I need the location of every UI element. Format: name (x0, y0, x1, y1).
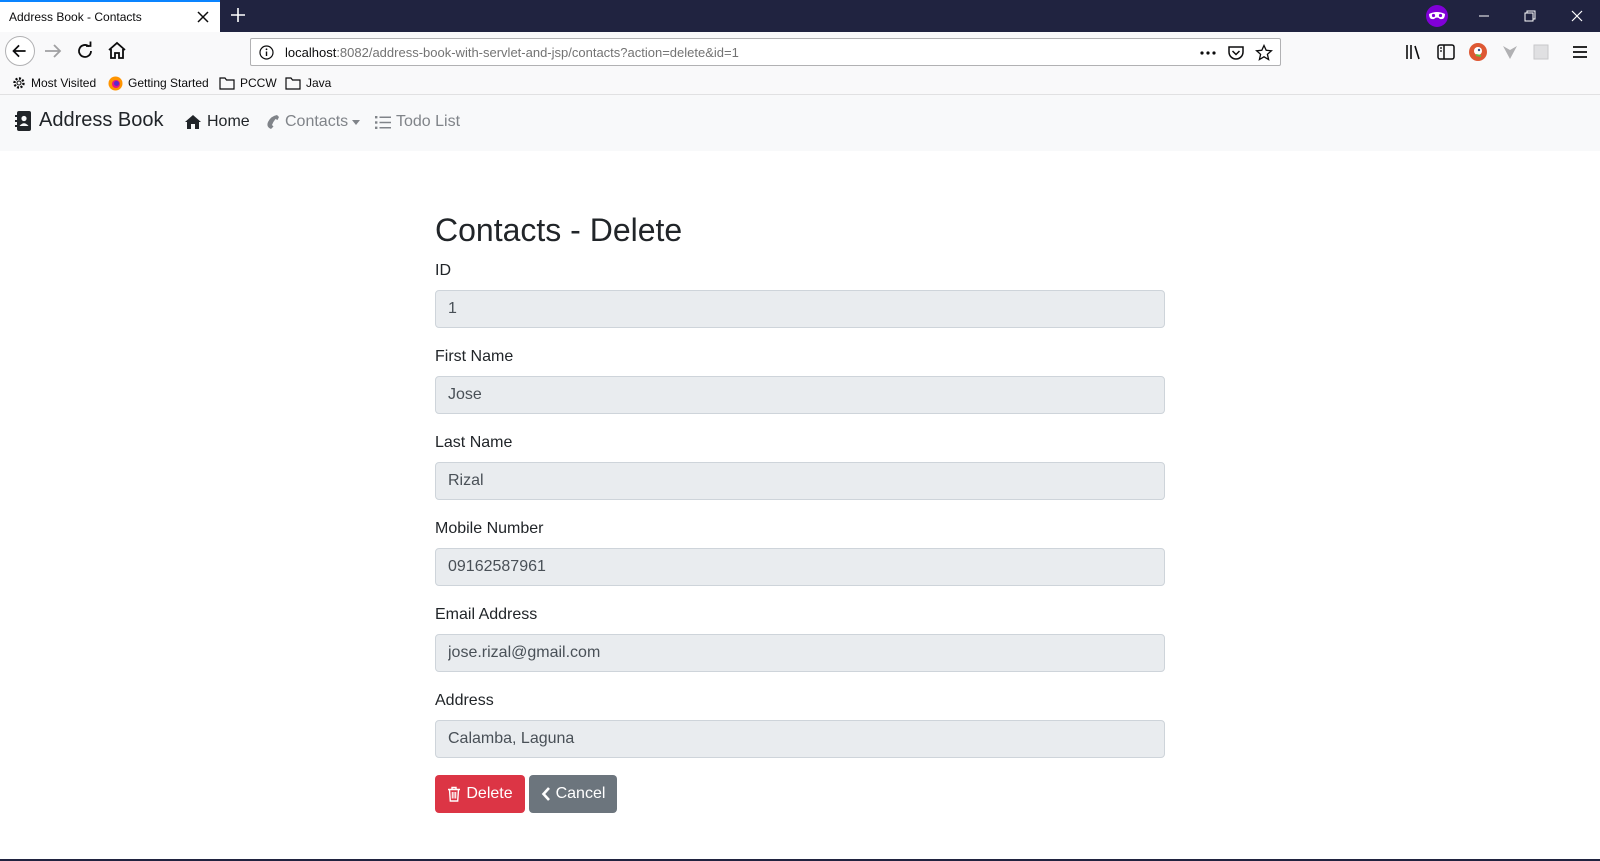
app-navbar: Address Book Home Contacts Todo List (0, 95, 1600, 151)
forward-arrow-icon[interactable] (40, 38, 66, 64)
email-field[interactable] (435, 634, 1165, 672)
url-path: :8082/address-book-with-servlet-and-jsp/… (336, 45, 739, 60)
nav-todo-label: Todo List (396, 113, 461, 130)
address-field[interactable] (435, 720, 1165, 758)
folder-icon (219, 77, 235, 90)
nav-home-label: Home (207, 113, 250, 130)
back-arrow-icon[interactable] (5, 36, 35, 66)
cancel-button[interactable]: Cancel (529, 775, 617, 813)
bookmark-label: Getting Started (128, 76, 209, 90)
tab-title: Address Book - Contacts (9, 10, 142, 24)
mobile-number-label: Mobile Number (435, 520, 544, 537)
private-mask-icon (1426, 5, 1448, 27)
url-text: localhost:8082/address-book-with-servlet… (285, 45, 739, 60)
address-book-icon (15, 110, 31, 131)
last-name-label: Last Name (435, 434, 513, 451)
url-bar[interactable]: localhost:8082/address-book-with-servlet… (250, 38, 1281, 66)
bookmark-label: Java (306, 76, 332, 90)
url-host: localhost (285, 45, 337, 60)
nav-todo-list[interactable]: Todo List (375, 113, 460, 131)
plus-icon[interactable] (230, 7, 246, 23)
id-field[interactable] (435, 290, 1165, 328)
nav-contacts-dropdown[interactable]: Contacts (265, 113, 361, 131)
address-label: Address (435, 692, 494, 709)
bookmark-label: Most Visited (31, 76, 97, 90)
close-icon[interactable] (1570, 9, 1584, 23)
nav-contacts-label: Contacts (285, 113, 349, 130)
restore-icon[interactable] (1523, 9, 1537, 23)
bookmark-folder-pccw[interactable]: PCCW (219, 74, 277, 92)
bookmarks-bar: Most Visited Getting Started PCCW Java (0, 70, 1600, 95)
cancel-button-label: Cancel (555, 785, 606, 802)
gear-icon (13, 77, 25, 89)
info-icon[interactable] (259, 45, 274, 60)
chevron-left-icon (541, 787, 550, 801)
page-title: Contacts - Delete (435, 212, 683, 248)
first-name-field[interactable] (435, 376, 1165, 414)
email-label: Email Address (435, 606, 538, 623)
trash-icon (448, 786, 461, 802)
firefox-icon (108, 76, 123, 90)
star-icon[interactable] (1255, 44, 1273, 62)
home-icon (185, 115, 201, 129)
brand-label: Address Book (39, 109, 164, 131)
last-name-field[interactable] (435, 462, 1165, 500)
pocket-icon[interactable] (1227, 44, 1245, 62)
tab-strip: Address Book - Contacts (0, 0, 1600, 32)
mobile-number-field[interactable] (435, 548, 1165, 586)
chevron-down-icon (352, 119, 361, 125)
bookmark-label: PCCW (240, 76, 277, 90)
close-icon[interactable] (196, 10, 210, 24)
library-icon[interactable] (1404, 42, 1424, 62)
more-icon[interactable] (1199, 45, 1217, 61)
browser-tab[interactable]: Address Book - Contacts (0, 0, 220, 32)
id-label: ID (435, 262, 451, 279)
delete-button-label: Delete (466, 785, 513, 802)
bookmark-folder-java[interactable]: Java (285, 74, 331, 92)
sidebar-icon[interactable] (1436, 42, 1456, 62)
list-icon (375, 115, 391, 129)
extension-icon[interactable] (1531, 42, 1551, 62)
folder-icon (285, 77, 301, 90)
delete-button[interactable]: Delete (435, 775, 525, 813)
vpn-icon[interactable] (1500, 42, 1520, 62)
phone-icon (267, 115, 279, 129)
minimize-icon[interactable] (1477, 9, 1491, 23)
hamburger-menu-icon[interactable] (1570, 42, 1590, 62)
bookmark-getting-started[interactable]: Getting Started (108, 74, 209, 92)
duckduckgo-icon[interactable] (1468, 42, 1488, 62)
first-name-label: First Name (435, 348, 514, 365)
reload-icon[interactable] (72, 38, 98, 64)
nav-home[interactable]: Home (184, 113, 250, 131)
brand-link[interactable]: Address Book (15, 109, 164, 132)
home-icon[interactable] (104, 38, 130, 64)
bookmark-most-visited[interactable]: Most Visited (12, 74, 96, 92)
